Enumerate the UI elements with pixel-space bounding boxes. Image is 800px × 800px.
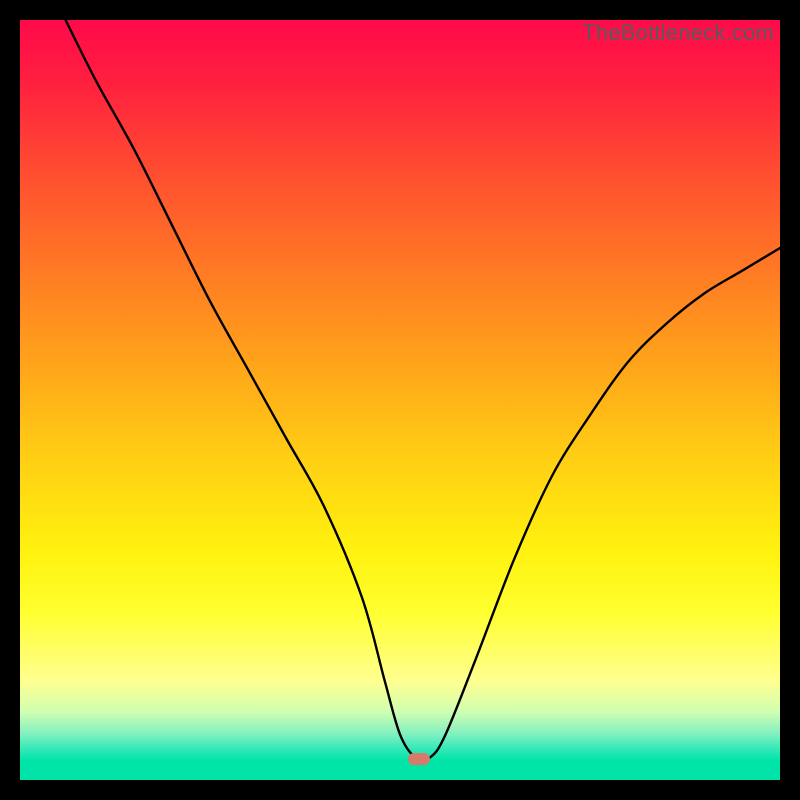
optimum-marker	[408, 753, 430, 765]
axis-border-right	[780, 0, 800, 800]
axis-border-bottom	[0, 780, 800, 800]
axis-border-left	[0, 0, 20, 800]
chart-frame: TheBottleneck.com	[20, 20, 780, 780]
bottleneck-curve	[20, 20, 780, 780]
axis-border-top	[0, 0, 800, 20]
